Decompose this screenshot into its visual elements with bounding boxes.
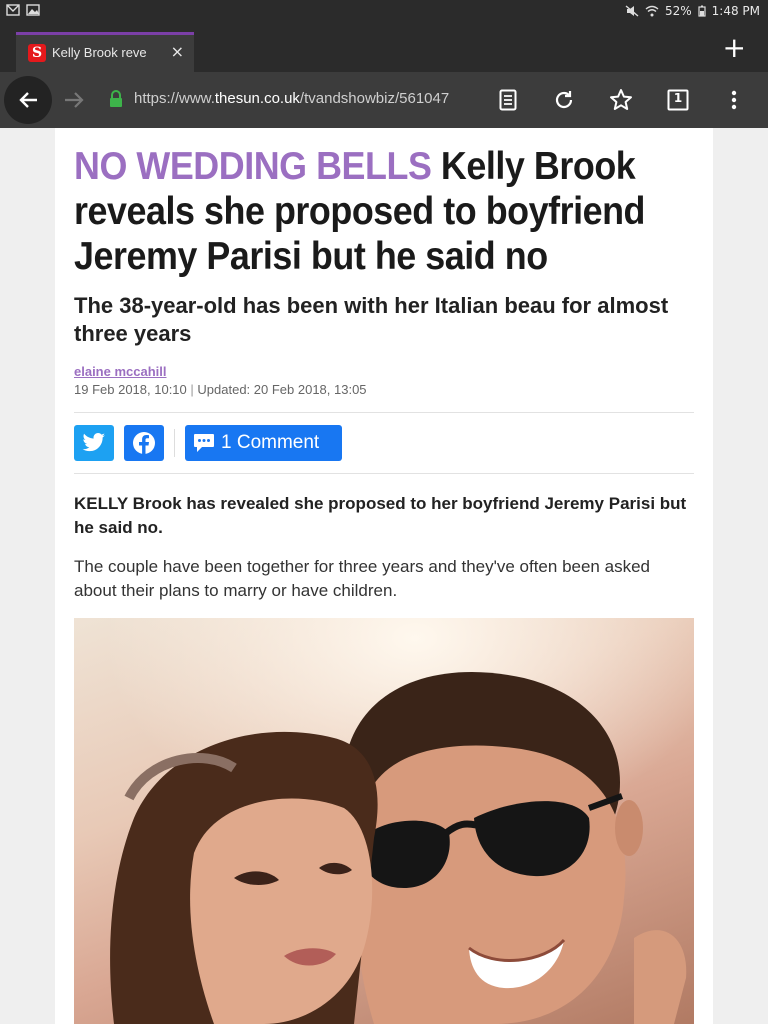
- mail-icon: [6, 4, 20, 16]
- the-sun-favicon-icon: S: [28, 44, 46, 62]
- close-tab-icon[interactable]: ×: [171, 42, 184, 61]
- reader-mode-button[interactable]: [494, 86, 522, 114]
- wifi-icon: [645, 5, 659, 17]
- address-bar: https://www.thesun.co.uk/tvandshowbiz/56…: [0, 72, 768, 128]
- url-field[interactable]: https://www.thesun.co.uk/tvandshowbiz/56…: [134, 90, 480, 107]
- reload-button[interactable]: [550, 86, 578, 114]
- url-host: thesun.co.uk: [214, 90, 300, 107]
- twitter-share-button[interactable]: [74, 425, 114, 461]
- updated-date: Updated: 20 Feb 2018, 13:05: [197, 382, 367, 397]
- comments-button[interactable]: 1 Comment: [185, 425, 342, 461]
- back-button[interactable]: [4, 76, 52, 124]
- divider: [74, 412, 694, 413]
- twitter-icon: [82, 433, 105, 452]
- comment-bubble-icon: [194, 434, 214, 452]
- arrow-left-icon: [19, 92, 37, 108]
- date-separator: |: [190, 382, 194, 397]
- status-bar: 52% 1:48 PM: [0, 0, 768, 24]
- tab-strip: S Kelly Brook reve × +: [0, 24, 768, 72]
- article-photo[interactable]: [74, 618, 694, 1024]
- subheadline: The 38-year-old has been with her Italia…: [74, 293, 669, 346]
- headline: NO WEDDING BELLS Kelly Brook reveals she…: [74, 144, 700, 279]
- article-lead: KELLY Brook has revealed she proposed to…: [74, 494, 687, 537]
- published-date: 19 Feb 2018, 10:10: [74, 382, 187, 397]
- menu-button[interactable]: [720, 86, 748, 114]
- url-scheme: https://www.: [134, 90, 215, 107]
- divider: [74, 473, 694, 474]
- clock: 1:48 PM: [711, 4, 760, 18]
- comments-label: 1 Comment: [221, 432, 320, 453]
- battery-icon: [698, 5, 706, 17]
- new-tab-button[interactable]: +: [723, 34, 746, 62]
- facebook-icon: [133, 432, 155, 455]
- facebook-share-button[interactable]: [124, 425, 164, 461]
- headline-kicker: NO WEDDING BELLS: [74, 145, 432, 188]
- bookmark-button[interactable]: [607, 86, 635, 114]
- star-icon: [610, 89, 632, 110]
- author-link[interactable]: elaine mccahill: [74, 364, 167, 379]
- tab-count: 1: [673, 91, 683, 105]
- article-dates: 19 Feb 2018, 10:10 | Updated: 20 Feb 201…: [74, 382, 367, 397]
- lock-icon: [110, 90, 122, 107]
- forward-icon[interactable]: [62, 88, 86, 112]
- article-paragraph: The couple have been together for three …: [74, 557, 650, 600]
- tab-title: Kelly Brook reve: [52, 45, 147, 60]
- image-icon: [26, 4, 40, 16]
- browser-tab[interactable]: S Kelly Brook reve ×: [16, 32, 194, 72]
- article: NO WEDDING BELLS Kelly Brook reveals she…: [55, 128, 713, 1024]
- battery-percent: 52%: [664, 4, 692, 18]
- web-page: NO WEDDING BELLS Kelly Brook reveals she…: [0, 128, 768, 1024]
- couple-photo-illustration: [74, 618, 694, 1024]
- url-path: /tvandshowbiz/561047: [299, 90, 450, 107]
- mute-icon: [625, 5, 639, 17]
- tabs-counter-button[interactable]: 1: [664, 86, 692, 114]
- reload-icon: [555, 91, 573, 109]
- share-divider: [174, 429, 175, 457]
- kebab-menu-icon: [731, 90, 737, 110]
- reader-mode-icon: [499, 89, 517, 111]
